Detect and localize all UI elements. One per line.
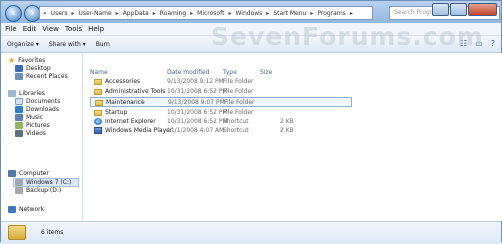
menu-help[interactable]: Help [88, 25, 104, 33]
sidebar-item-backup-d[interactable]: Backup (D:) [15, 187, 61, 194]
breadcrumb-separator-icon: ▸ [71, 9, 75, 17]
sidebar-item-network[interactable]: Network [8, 206, 44, 213]
videos-icon [15, 130, 23, 137]
breadcrumb-separator-icon: ▸ [310, 9, 314, 17]
breadcrumb-user-name[interactable]: User-Name [79, 10, 112, 17]
folder-icon [95, 99, 103, 106]
windows-media-player-icon [94, 127, 102, 134]
column-header-type[interactable]: Type [223, 69, 237, 76]
libraries-icon [8, 90, 16, 97]
watermark: SevenForums.com [211, 22, 484, 51]
breadcrumb-users[interactable]: Users [51, 10, 68, 17]
breadcrumb-separator-icon: ▸ [190, 9, 194, 17]
sidebar-item-desktop[interactable]: Desktop [15, 65, 51, 72]
status-bar: 6 items [1, 221, 501, 244]
sidebar-item-videos[interactable]: Videos [15, 130, 46, 137]
breadcrumb-windows[interactable]: Windows [235, 10, 262, 17]
column-header-size[interactable]: Size [260, 69, 272, 76]
internet-explorer-icon: e [94, 118, 102, 125]
breadcrumb-roaming[interactable]: Roaming [160, 10, 186, 17]
explorer-window: ‹ › « Users ▸ User-Name ▸ AppData ▸ Roaming… [0, 0, 502, 244]
sidebar-item-libraries[interactable]: Libraries [8, 90, 45, 97]
window-controls [432, 3, 497, 16]
drive-icon [15, 187, 23, 194]
maximize-button[interactable] [450, 3, 467, 16]
organize-button[interactable]: Organize ▾ [7, 41, 39, 48]
column-header-name[interactable]: Name [90, 69, 108, 76]
close-button[interactable] [468, 3, 497, 16]
sidebar-item-music[interactable]: Music [15, 114, 43, 121]
address-bar[interactable]: « Users ▸ User-Name ▸ AppData ▸ Roaming ▸ Mi… [39, 6, 373, 20]
music-icon [15, 114, 23, 121]
sidebar-item-recent-places[interactable]: Recent Places [15, 73, 68, 80]
sidebar-item-downloads[interactable]: Downloads [15, 106, 59, 113]
sidebar-item-computer[interactable]: Computer [8, 170, 49, 177]
menu-file[interactable]: File [5, 25, 17, 33]
breadcrumb-programs[interactable]: Programs [317, 10, 345, 17]
menu-tools[interactable]: Tools [65, 25, 82, 33]
burn-button[interactable]: Burn [96, 41, 110, 48]
file-row-accessories[interactable]: Accessories 9/13/2008 9:12 PM File Folde… [90, 77, 352, 87]
breadcrumb-start-menu[interactable]: Start Menu [273, 10, 306, 17]
help-icon[interactable]: ? [491, 39, 495, 48]
file-list: Name Date modified Type Size Accessories… [83, 53, 502, 221]
breadcrumb-separator-icon: ▸ [228, 9, 232, 17]
desktop-icon [15, 65, 23, 72]
menu-edit[interactable]: Edit [23, 25, 37, 33]
folder-icon [94, 78, 102, 85]
sidebar-item-favorites[interactable]: ★ Favorites [8, 56, 45, 65]
network-icon [8, 206, 16, 213]
pictures-icon [15, 122, 23, 129]
sidebar-item-pictures[interactable]: Pictures [15, 122, 50, 129]
breadcrumb-separator-icon: ▸ [115, 9, 119, 17]
breadcrumb-appdata[interactable]: AppData [123, 10, 149, 17]
item-count: 6 items [41, 229, 64, 236]
downloads-icon [15, 106, 23, 113]
file-row-maintenance[interactable]: Maintenance 9/13/2008 9:07 PM File Folde… [90, 97, 352, 107]
navigation-buttons: ‹ › [5, 5, 41, 22]
column-header-date-modified[interactable]: Date modified [167, 69, 210, 76]
drive-icon [15, 179, 23, 186]
minimize-button[interactable] [432, 3, 449, 16]
star-icon: ★ [8, 56, 16, 65]
folder-icon [8, 225, 26, 240]
menu-view[interactable]: View [42, 25, 59, 33]
sidebar-item-windows-7-c[interactable]: Windows 7 (C:) [13, 178, 79, 187]
back-button[interactable]: ‹ [5, 5, 22, 22]
breadcrumb-separator-icon: ▸ [266, 9, 270, 17]
breadcrumb-separator-icon: ▸ [349, 9, 353, 17]
navigation-pane: ★ Favorites Desktop Recent Places Librari… [1, 53, 83, 221]
folder-icon [94, 109, 102, 116]
file-row-administrative-tools[interactable]: Administrative Tools 10/31/2008 6:52 PM … [90, 87, 352, 97]
title-bar: ‹ › « Users ▸ User-Name ▸ AppData ▸ Roaming… [1, 1, 501, 23]
breadcrumb-microsoft[interactable]: Microsoft [197, 10, 224, 17]
address-overflow-icon[interactable]: « [43, 10, 47, 17]
computer-icon [8, 170, 16, 177]
file-row-windows-media-player[interactable]: Windows Media Player 11/1/2008 4:07 AM S… [90, 126, 352, 136]
sidebar-item-documents[interactable]: Documents [15, 98, 60, 105]
share-with-button[interactable]: Share with ▾ [49, 41, 86, 48]
folder-icon [94, 88, 102, 95]
breadcrumb-separator-icon: ▸ [152, 9, 156, 17]
documents-icon [15, 98, 23, 105]
recent-places-icon [15, 73, 23, 80]
